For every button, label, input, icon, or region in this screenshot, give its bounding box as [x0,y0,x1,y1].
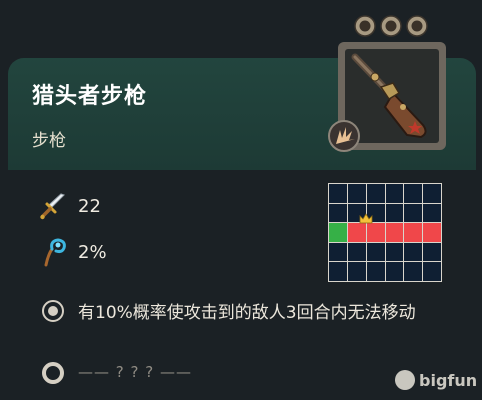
effect-locked-icon [42,362,64,384]
sword-icon [40,193,65,220]
grid-cell-empty [404,242,423,262]
grid-cell-empty [347,262,366,281]
watermark: bigfun [395,368,477,392]
attack-type-badge [328,120,360,152]
grid-cell-empty [423,262,441,281]
damage-value: 22 [78,196,101,217]
watermark-text: bigfun [419,370,478,390]
grid-cell-empty [404,184,423,203]
user-crown-icon [359,213,373,224]
grid-cell-empty [423,242,441,262]
attack-range-grid [328,183,442,282]
grid-cell-target [404,223,423,242]
grid-cell-empty [423,184,441,203]
grid-cell-empty [366,242,385,262]
item-type: 步枪 [32,131,66,151]
level-pip-icon [380,15,402,37]
grid-cell-user [329,223,347,242]
grid-cell-empty [385,242,404,262]
grid-cell-empty [329,203,347,223]
grid-cell-empty [366,262,385,281]
burst-attack-icon [336,127,355,144]
grid-cell-empty [366,184,385,203]
grid-cell-target [366,223,385,242]
grid-cell-empty [347,242,366,262]
grid-cell-target [385,223,404,242]
level-pip-icon [406,15,428,37]
staff-crit-icon [44,238,66,267]
grid-cell-empty [329,242,347,262]
grid-cell-empty [385,203,404,223]
effect-description: 有10%概率使攻击到的敌人3回合内无法移动 [78,303,416,323]
grid-cell-empty [329,262,347,281]
grid-cell-empty [385,184,404,203]
grid-cell-empty [385,262,404,281]
grid-cell-empty [404,203,423,223]
flintlock-rifle-icon [351,53,427,139]
grid-cell-empty [423,203,441,223]
level-pips [354,15,428,37]
item-name: 猎头者步枪 [32,84,148,109]
effect-locked-description: —— ? ? ? —— [78,363,192,381]
effect-unlocked-icon [42,300,64,322]
grid-cell-target [423,223,441,242]
grid-cell-empty [404,262,423,281]
level-pip-icon [354,15,376,37]
crit-value: 2% [78,242,107,263]
bigfun-logo-icon [395,370,415,390]
grid-cell-empty [347,184,366,203]
grid-cell-target [347,223,366,242]
grid-cell-empty [329,184,347,203]
